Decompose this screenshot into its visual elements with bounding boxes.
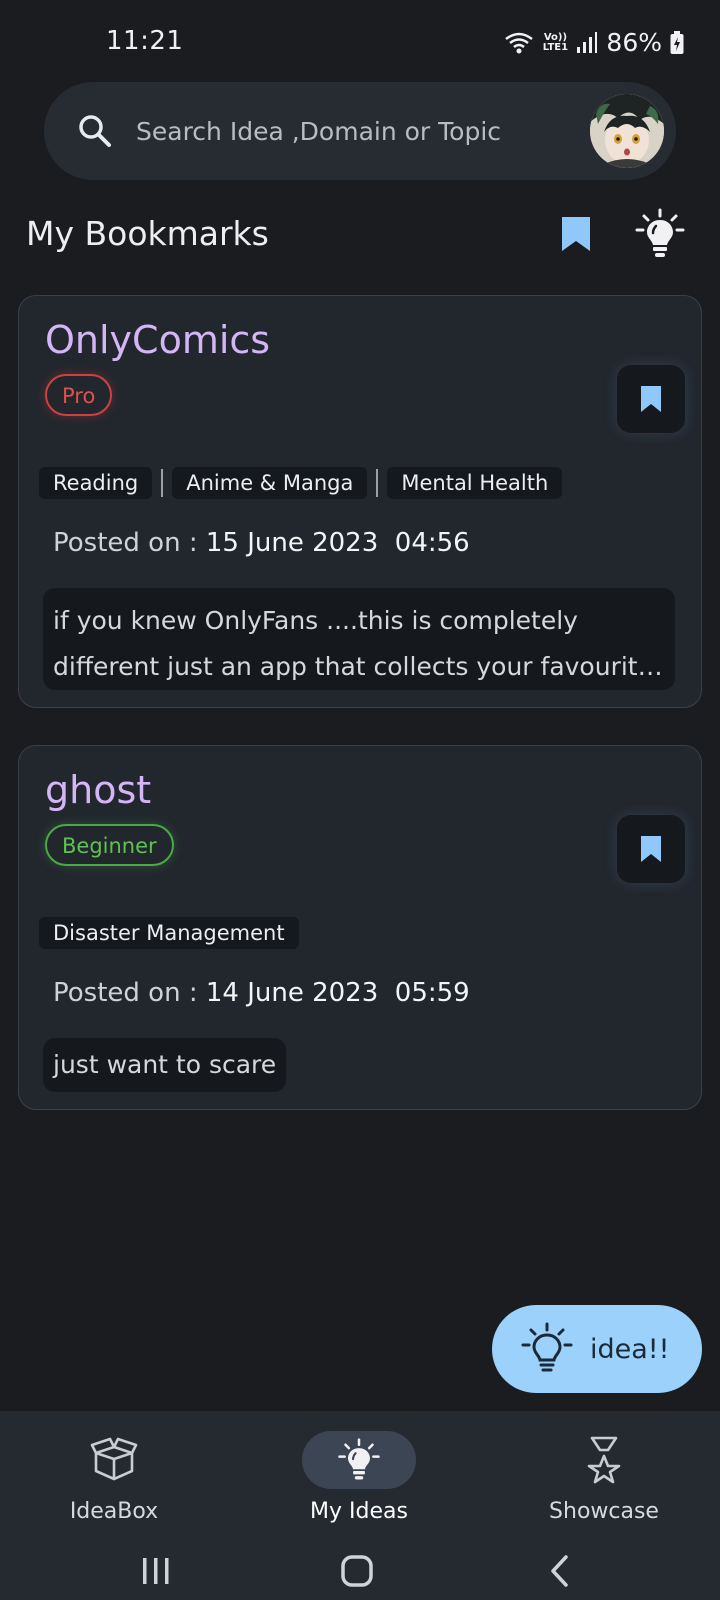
status-icons: Vo)) LTE1 86% [504, 28, 684, 57]
tag[interactable]: Anime & Manga [172, 467, 368, 499]
home-icon[interactable] [340, 1554, 374, 1588]
nav-ideabox[interactable]: IdeaBox [14, 1431, 214, 1524]
tag-list: Disaster Management [39, 917, 299, 949]
network-label: Vo)) LTE1 [542, 31, 569, 53]
status-time: 11:21 [106, 26, 184, 56]
page-title: My Bookmarks [26, 214, 269, 253]
battery-percent: 86% [606, 28, 662, 57]
search-bar [44, 82, 676, 180]
trophy-icon [587, 1436, 621, 1484]
status-bar: 11:21 Vo)) LTE1 86% [0, 0, 720, 88]
avatar[interactable] [590, 94, 664, 168]
lightbulb-icon [338, 1438, 380, 1480]
nav-icon-container [57, 1431, 171, 1489]
tag-divider [376, 469, 379, 497]
bookmark-filter-icon[interactable] [560, 215, 592, 253]
idea-card[interactable]: ghost Beginner Disaster Management Poste… [18, 745, 702, 1110]
lightbulb-icon [521, 1322, 573, 1372]
search-icon[interactable] [78, 114, 112, 148]
idea-description-text: if you knew OnlyFans ....this is complet… [53, 606, 653, 681]
bookmark-icon [641, 836, 661, 862]
idea-title: OnlyComics [45, 318, 271, 362]
posted-label: Posted on : [53, 978, 198, 1008]
new-idea-label: idea!! [590, 1333, 670, 1365]
lightbulb-icon[interactable] [634, 208, 686, 260]
bookmark-icon [641, 386, 661, 412]
posted-date: 15 June 2023 04:56 [205, 528, 470, 558]
nav-label: My Ideas [310, 1499, 408, 1524]
nav-label: IdeaBox [69, 1499, 159, 1524]
idea-title: ghost [45, 768, 152, 812]
idea-description: just want to scare [43, 1038, 287, 1092]
posted-date: 14 June 2023 05:59 [205, 978, 470, 1008]
level-badge: Beginner [45, 824, 174, 866]
tag[interactable]: Mental Health [387, 467, 563, 499]
battery-charging-icon [670, 30, 684, 54]
tag-list: Reading Anime & Manga Mental Health [39, 467, 563, 499]
idea-description: if you knew OnlyFans ....this is complet… [43, 588, 675, 690]
wifi-icon [505, 32, 534, 53]
level-badge: Pro [45, 374, 113, 416]
posted-info: Posted on : 15 June 2023 04:56 [53, 528, 470, 558]
bookmark-button[interactable] [617, 815, 685, 883]
nav-label: Showcase [549, 1499, 659, 1524]
nav-my-ideas[interactable]: My Ideas [259, 1431, 459, 1524]
recent-apps-icon[interactable] [140, 1556, 172, 1586]
bookmark-button[interactable] [617, 365, 685, 433]
posted-info: Posted on : 14 June 2023 05:59 [53, 978, 470, 1008]
nav-icon-container [547, 1431, 661, 1489]
new-idea-button[interactable]: idea!! [492, 1305, 702, 1393]
system-nav-bar [0, 1536, 720, 1600]
tag[interactable]: Reading [39, 467, 153, 499]
search-input[interactable] [136, 104, 576, 158]
tag[interactable]: Disaster Management [39, 917, 299, 949]
bottom-nav: IdeaBox My Ideas Showcase [0, 1411, 720, 1536]
signal-icon [577, 31, 598, 53]
nav-icon-container [302, 1431, 416, 1489]
box-icon [90, 1437, 138, 1481]
posted-label: Posted on : [53, 528, 198, 558]
nav-showcase[interactable]: Showcase [504, 1431, 704, 1524]
idea-card[interactable]: OnlyComics Pro Reading Anime & Manga Men… [18, 295, 702, 708]
tag-divider [161, 469, 164, 497]
back-icon[interactable] [548, 1554, 570, 1588]
